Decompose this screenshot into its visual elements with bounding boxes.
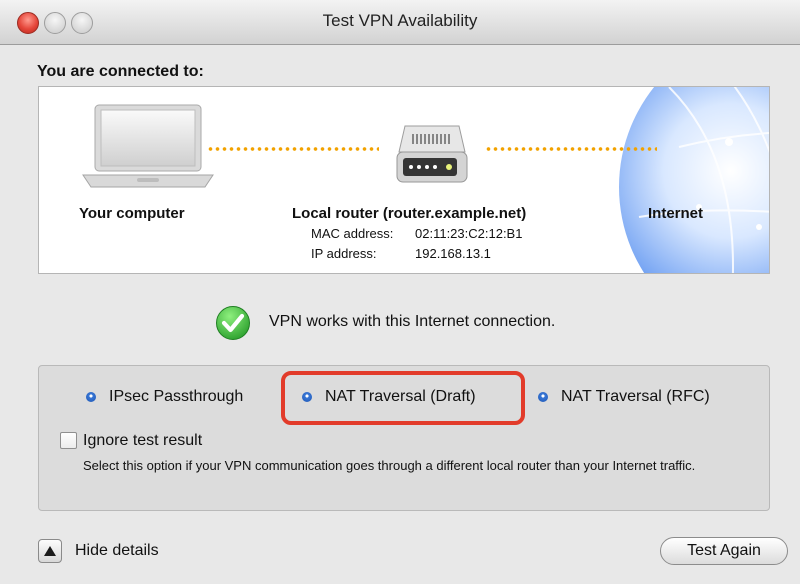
- router-label: Local router (router.example.net): [292, 205, 527, 222]
- details-disclosure-button[interactable]: [38, 539, 62, 563]
- mac-address-label: MAC address:: [311, 226, 394, 241]
- mac-address-value: 02:11:23:C2:12:B1: [415, 226, 523, 241]
- window-title: Test VPN Availability: [322, 11, 478, 30]
- connection-diagram: Your computer Local router (router.examp…: [38, 86, 770, 274]
- option-ipsec-passthrough: IPsec Passthrough: [86, 388, 243, 406]
- connection-dots-left: [207, 147, 379, 151]
- status-message: VPN works with this Internet connection.: [269, 313, 556, 330]
- hide-details-label[interactable]: Hide details: [75, 542, 159, 560]
- ignore-result-label[interactable]: Ignore test result: [83, 432, 202, 450]
- ip-address-value: 192.168.13.1: [415, 246, 491, 261]
- title-bar: Test VPN Availability: [0, 0, 800, 45]
- option-nat-traversal-rfc: NAT Traversal (RFC): [538, 388, 710, 406]
- ignore-help-text: Select this option if your VPN communica…: [83, 458, 696, 473]
- router-icon: [396, 125, 468, 183]
- option-label: IPsec Passthrough: [109, 388, 244, 405]
- computer-icon: [82, 104, 214, 188]
- internet-globe-icon: [619, 87, 769, 273]
- internet-label: Internet: [648, 205, 704, 222]
- ip-address-label: IP address:: [311, 246, 377, 261]
- status-dot-icon: [86, 392, 96, 402]
- computer-label: Your computer: [79, 205, 185, 222]
- ignore-result-checkbox[interactable]: [60, 432, 77, 449]
- checkmark-icon: [216, 306, 250, 340]
- triangle-up-icon: [44, 546, 56, 556]
- highlight-box: [281, 371, 525, 425]
- test-again-button[interactable]: Test Again: [660, 537, 788, 565]
- connected-heading: You are connected to:: [37, 63, 204, 80]
- option-label: NAT Traversal (RFC): [561, 388, 710, 405]
- connection-dots-right: [485, 147, 657, 151]
- status-dot-icon: [538, 392, 548, 402]
- vpn-test-window: Test VPN Availability You are connected …: [0, 0, 800, 584]
